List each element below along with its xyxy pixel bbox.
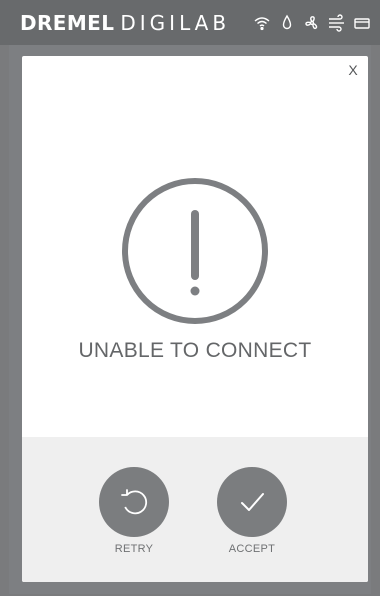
retry-button[interactable]: RETRY (89, 467, 179, 555)
brand-digilab-text: DIGILAB (120, 11, 231, 35)
airflow-icon (327, 13, 347, 33)
alert-exclamation-icon (122, 178, 268, 324)
retry-label: RETRY (114, 543, 154, 555)
accept-button[interactable]: ACCEPT (207, 467, 297, 555)
error-dialog: X UNABLE TO CONNECT RETRY ACCEPT (22, 56, 368, 582)
checkmark-icon (241, 493, 264, 511)
accept-label: ACCEPT (228, 543, 276, 555)
brand-logo: DREMEL DIGILAB (20, 10, 230, 36)
wifi-icon (252, 13, 272, 33)
card-icon (352, 13, 372, 33)
close-button[interactable]: X (344, 61, 362, 79)
brand-dremel-text: DREMEL (20, 11, 115, 35)
status-icons (252, 12, 372, 34)
filament-drop-icon (277, 13, 297, 33)
accept-circle[interactable] (217, 467, 287, 537)
retry-icon (121, 489, 148, 515)
retry-circle[interactable] (99, 467, 169, 537)
fan-icon (302, 13, 322, 33)
error-message: UNABLE TO CONNECT (78, 339, 312, 362)
top-status-bar: DREMEL DIGILAB (0, 0, 380, 45)
dialog-actions: RETRY ACCEPT (22, 437, 368, 582)
